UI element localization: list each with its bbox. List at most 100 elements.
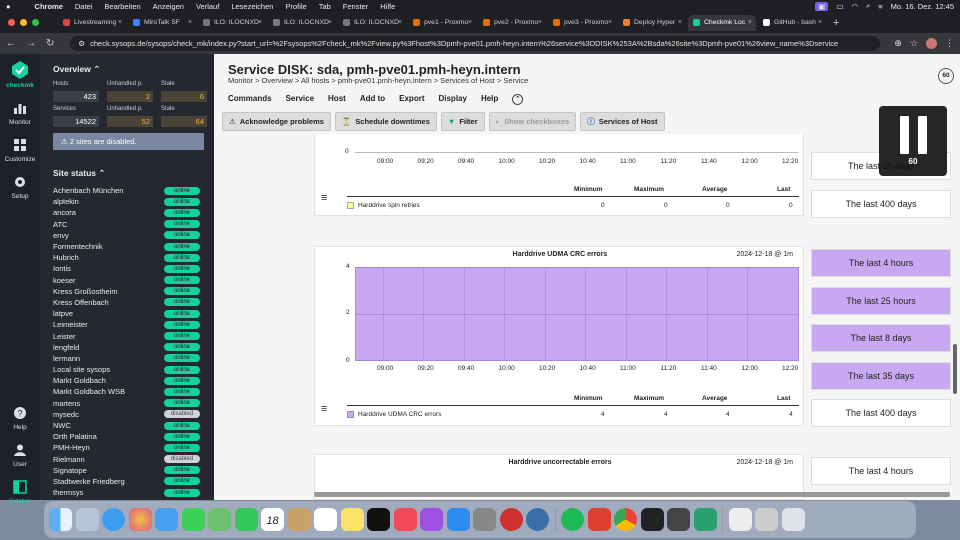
- tv-icon[interactable]: [367, 508, 390, 531]
- site-state-badge[interactable]: online: [164, 466, 200, 475]
- messages-icon[interactable]: [181, 508, 205, 531]
- site-row[interactable]: martens online: [53, 398, 200, 409]
- site-state-badge[interactable]: online: [164, 197, 200, 206]
- zoom-window-button[interactable]: [32, 19, 39, 26]
- site-row[interactable]: ATC online: [53, 219, 200, 230]
- timerange-400-days[interactable]: The last 400 days: [811, 399, 951, 427]
- horizontal-scrollbar[interactable]: [314, 492, 950, 497]
- chrome-icon[interactable]: [614, 508, 637, 531]
- site-row[interactable]: Markt Goldbach online: [53, 375, 200, 386]
- hosts-count[interactable]: 423: [53, 91, 99, 102]
- site-row[interactable]: PMH-Heyn online: [53, 442, 200, 453]
- browser-tab[interactable]: MiroTalk SF ×: [128, 15, 196, 31]
- site-state-badge[interactable]: online: [164, 332, 200, 341]
- system-settings-icon[interactable]: [473, 508, 496, 531]
- safari-icon[interactable]: [102, 508, 125, 531]
- site-state-badge[interactable]: online: [164, 276, 200, 285]
- services-count[interactable]: 14522: [53, 116, 99, 127]
- site-state-badge[interactable]: online: [164, 298, 200, 307]
- nav-monitor[interactable]: Monitor: [0, 101, 40, 126]
- menubar-item[interactable]: Bearbeiten: [104, 2, 140, 11]
- site-row[interactable]: Rielmann disabled: [53, 454, 200, 465]
- menubar-item[interactable]: Datei: [75, 2, 93, 11]
- site-info-icon[interactable]: ⚙: [78, 39, 85, 48]
- timerange-25-hours[interactable]: The last 25 hours: [811, 287, 951, 315]
- stale-services-count[interactable]: 64: [161, 116, 207, 127]
- pause-overlay[interactable]: 60: [879, 106, 947, 176]
- site-state-badge[interactable]: online: [164, 354, 200, 363]
- nav-setup[interactable]: Setup: [0, 175, 40, 200]
- site-row[interactable]: Kress Großostheim online: [53, 286, 200, 297]
- profile-avatar[interactable]: [926, 38, 937, 49]
- graph-menu-icon[interactable]: ≡: [321, 192, 327, 204]
- site-status-header[interactable]: Site status ⌃: [53, 168, 204, 179]
- site-state-badge[interactable]: online: [164, 432, 200, 441]
- photos-icon[interactable]: [128, 508, 152, 531]
- site-row[interactable]: envy online: [53, 230, 200, 241]
- menubar-app[interactable]: Chrome: [35, 2, 63, 11]
- menubar-item[interactable]: Lesezeichen: [231, 2, 273, 11]
- site-row[interactable]: Achenbach München online: [53, 185, 200, 196]
- menubar-item[interactable]: Verlauf: [196, 2, 219, 11]
- search-icon[interactable]: ⌕: [866, 1, 870, 11]
- site-row[interactable]: Leimeister online: [53, 319, 200, 330]
- checkmk-logo[interactable]: checkmk: [0, 60, 40, 89]
- vpn-icon[interactable]: [693, 508, 717, 531]
- site-state-badge[interactable]: online: [164, 309, 200, 318]
- trash-icon[interactable]: [781, 508, 805, 531]
- site-state-badge[interactable]: online: [164, 421, 200, 430]
- site-state-badge[interactable]: online: [164, 387, 200, 396]
- close-tab-icon[interactable]: ×: [118, 19, 122, 26]
- site-row[interactable]: lermann online: [53, 353, 200, 364]
- timerange-400-days[interactable]: The last 400 days: [811, 190, 951, 218]
- close-tab-icon[interactable]: ×: [258, 19, 262, 26]
- maps-icon[interactable]: [208, 508, 231, 531]
- close-tab-icon[interactable]: ×: [328, 19, 332, 26]
- browser-tab[interactable]: pve3 - Proxmo ×: [548, 15, 616, 31]
- site-state-badge[interactable]: online: [164, 365, 200, 374]
- menu-add-to[interactable]: Add to: [360, 94, 385, 105]
- menu-display[interactable]: Display: [438, 94, 466, 105]
- site-state-badge[interactable]: online: [164, 477, 200, 486]
- close-tab-icon[interactable]: ×: [678, 19, 682, 26]
- contacts-icon[interactable]: [287, 508, 311, 531]
- menubar-item[interactable]: Profile: [285, 2, 306, 11]
- site-state-badge[interactable]: online: [164, 320, 200, 329]
- site-state-badge[interactable]: online: [164, 287, 200, 296]
- site-row[interactable]: latpve online: [53, 308, 200, 319]
- zoom-icon[interactable]: ⊕: [894, 38, 902, 49]
- refresh-countdown[interactable]: 60: [938, 68, 954, 84]
- minimize-window-button[interactable]: [20, 19, 27, 26]
- site-row[interactable]: NWC online: [53, 420, 200, 431]
- apple-icon[interactable]: ●: [6, 2, 11, 11]
- timerange-8-days[interactable]: The last 8 days: [811, 324, 951, 352]
- site-row[interactable]: Local site sysops online: [53, 364, 200, 375]
- screen-share-icon[interactable]: ▣: [815, 1, 829, 11]
- menubar-item[interactable]: Hilfe: [380, 2, 395, 11]
- filter-button[interactable]: ▼ Filter: [440, 112, 485, 131]
- bookmark-star-icon[interactable]: ☆: [910, 38, 918, 49]
- show-checkboxes-button[interactable]: ◐ Show checkboxes: [488, 112, 577, 131]
- site-state-badge[interactable]: disabled: [164, 455, 200, 464]
- browser-tab[interactable]: pve2 - Proxmo ×: [478, 15, 546, 31]
- site-row[interactable]: thermsys online: [53, 487, 200, 498]
- app-red-icon[interactable]: [587, 508, 611, 531]
- nav-help[interactable]: ? Help: [0, 406, 40, 431]
- forward-icon[interactable]: →: [26, 38, 36, 49]
- nav-customize[interactable]: Customize: [0, 138, 40, 163]
- vertical-scrollbar[interactable]: [953, 344, 957, 394]
- stale-hosts-count[interactable]: 6: [161, 91, 207, 102]
- nav-sidebar[interactable]: Sidebar: [0, 480, 40, 505]
- site-row[interactable]: Markt Goldbach WSB online: [53, 386, 200, 397]
- site-state-badge[interactable]: online: [164, 242, 200, 251]
- services-of-host-button[interactable]: ⓘ Services of Host: [580, 112, 665, 131]
- mail-icon[interactable]: [155, 508, 178, 531]
- close-window-button[interactable]: [8, 19, 15, 26]
- browser-tab[interactable]: pve1 - Proxmo ×: [408, 15, 476, 31]
- breadcrumb[interactable]: Monitor > Overview > All hosts > pmh-pve…: [228, 76, 528, 85]
- unhandled-hosts-count[interactable]: 2: [107, 91, 153, 102]
- collapse-menu-icon[interactable]: ⌃: [512, 94, 524, 105]
- menu-service[interactable]: Service: [286, 94, 314, 105]
- site-row[interactable]: Iontis online: [53, 263, 200, 274]
- nav-user[interactable]: User: [0, 443, 40, 468]
